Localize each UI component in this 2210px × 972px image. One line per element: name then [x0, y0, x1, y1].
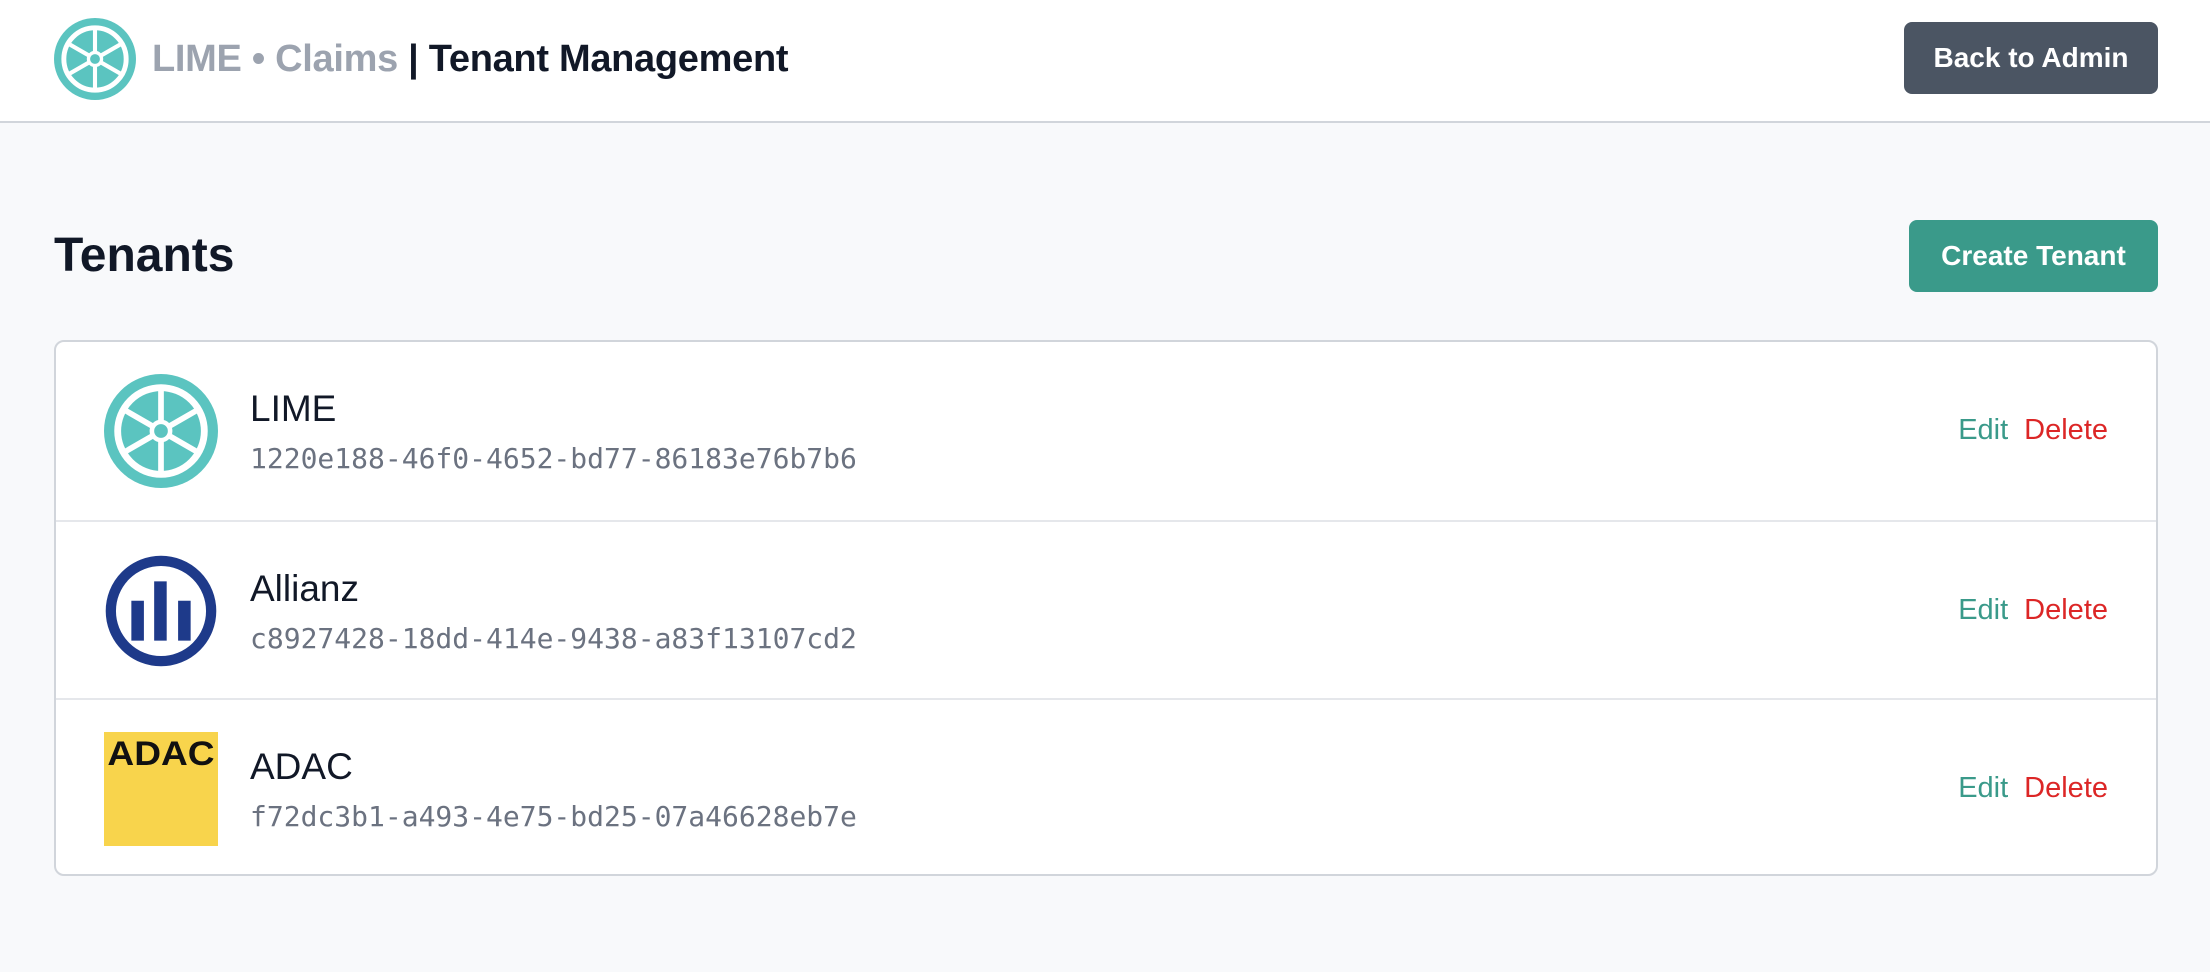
- top-bar: LIME • Claims | Tenant Management Back t…: [0, 0, 2210, 123]
- tenant-name: LIME: [250, 388, 337, 429]
- allianz-logo-icon: [105, 555, 217, 667]
- tenant-actions: Edit Delete: [1958, 414, 2108, 447]
- adac-logo-text: ADAC: [107, 735, 214, 773]
- brand: LIME • Claims | Tenant Management: [54, 18, 789, 100]
- back-to-admin-button[interactable]: Back to Admin: [1904, 22, 2158, 94]
- lime-wheel-icon: [54, 18, 136, 100]
- tenant-id: 1220e188-46f0-4652-bd77-86183e76b7b6: [250, 442, 857, 475]
- tenant-actions: Edit Delete: [1958, 772, 2108, 805]
- tenant-actions: Edit Delete: [1958, 594, 2108, 627]
- tenant-row: ADAC ADAC f72dc3b1-a493-4e75-bd25-07a466…: [56, 698, 2156, 874]
- tenant-list: LIME 1220e188-46f0-4652-bd77-86183e76b7b…: [54, 340, 2158, 876]
- create-tenant-button[interactable]: Create Tenant: [1909, 220, 2158, 292]
- tenant-id: f72dc3b1-a493-4e75-bd25-07a46628eb7e: [250, 800, 857, 833]
- edit-link[interactable]: Edit: [1958, 772, 2008, 805]
- page-section-title: Tenant Management: [428, 37, 789, 80]
- tenant-row: Allianz c8927428-18dd-414e-9438-a83f1310…: [56, 520, 2156, 698]
- tenant-name: Allianz: [250, 568, 359, 609]
- delete-link[interactable]: Delete: [2024, 772, 2108, 805]
- lime-wheel-logo-icon: [104, 374, 218, 488]
- tenant-id: c8927428-18dd-414e-9438-a83f13107cd2: [250, 622, 857, 655]
- tenant-row: LIME 1220e188-46f0-4652-bd77-86183e76b7b…: [56, 342, 2156, 520]
- edit-link[interactable]: Edit: [1958, 594, 2008, 627]
- tenant-name: ADAC: [250, 746, 353, 787]
- adac-logo-icon: ADAC: [104, 732, 218, 846]
- delete-link[interactable]: Delete: [2024, 414, 2108, 447]
- brand-separator: |: [397, 37, 429, 80]
- app-title: LIME • Claims | Tenant Management: [152, 37, 789, 81]
- brand-name: LIME • Claims: [152, 37, 398, 80]
- page-title: Tenants: [54, 229, 235, 282]
- edit-link[interactable]: Edit: [1958, 414, 2008, 447]
- delete-link[interactable]: Delete: [2024, 594, 2108, 627]
